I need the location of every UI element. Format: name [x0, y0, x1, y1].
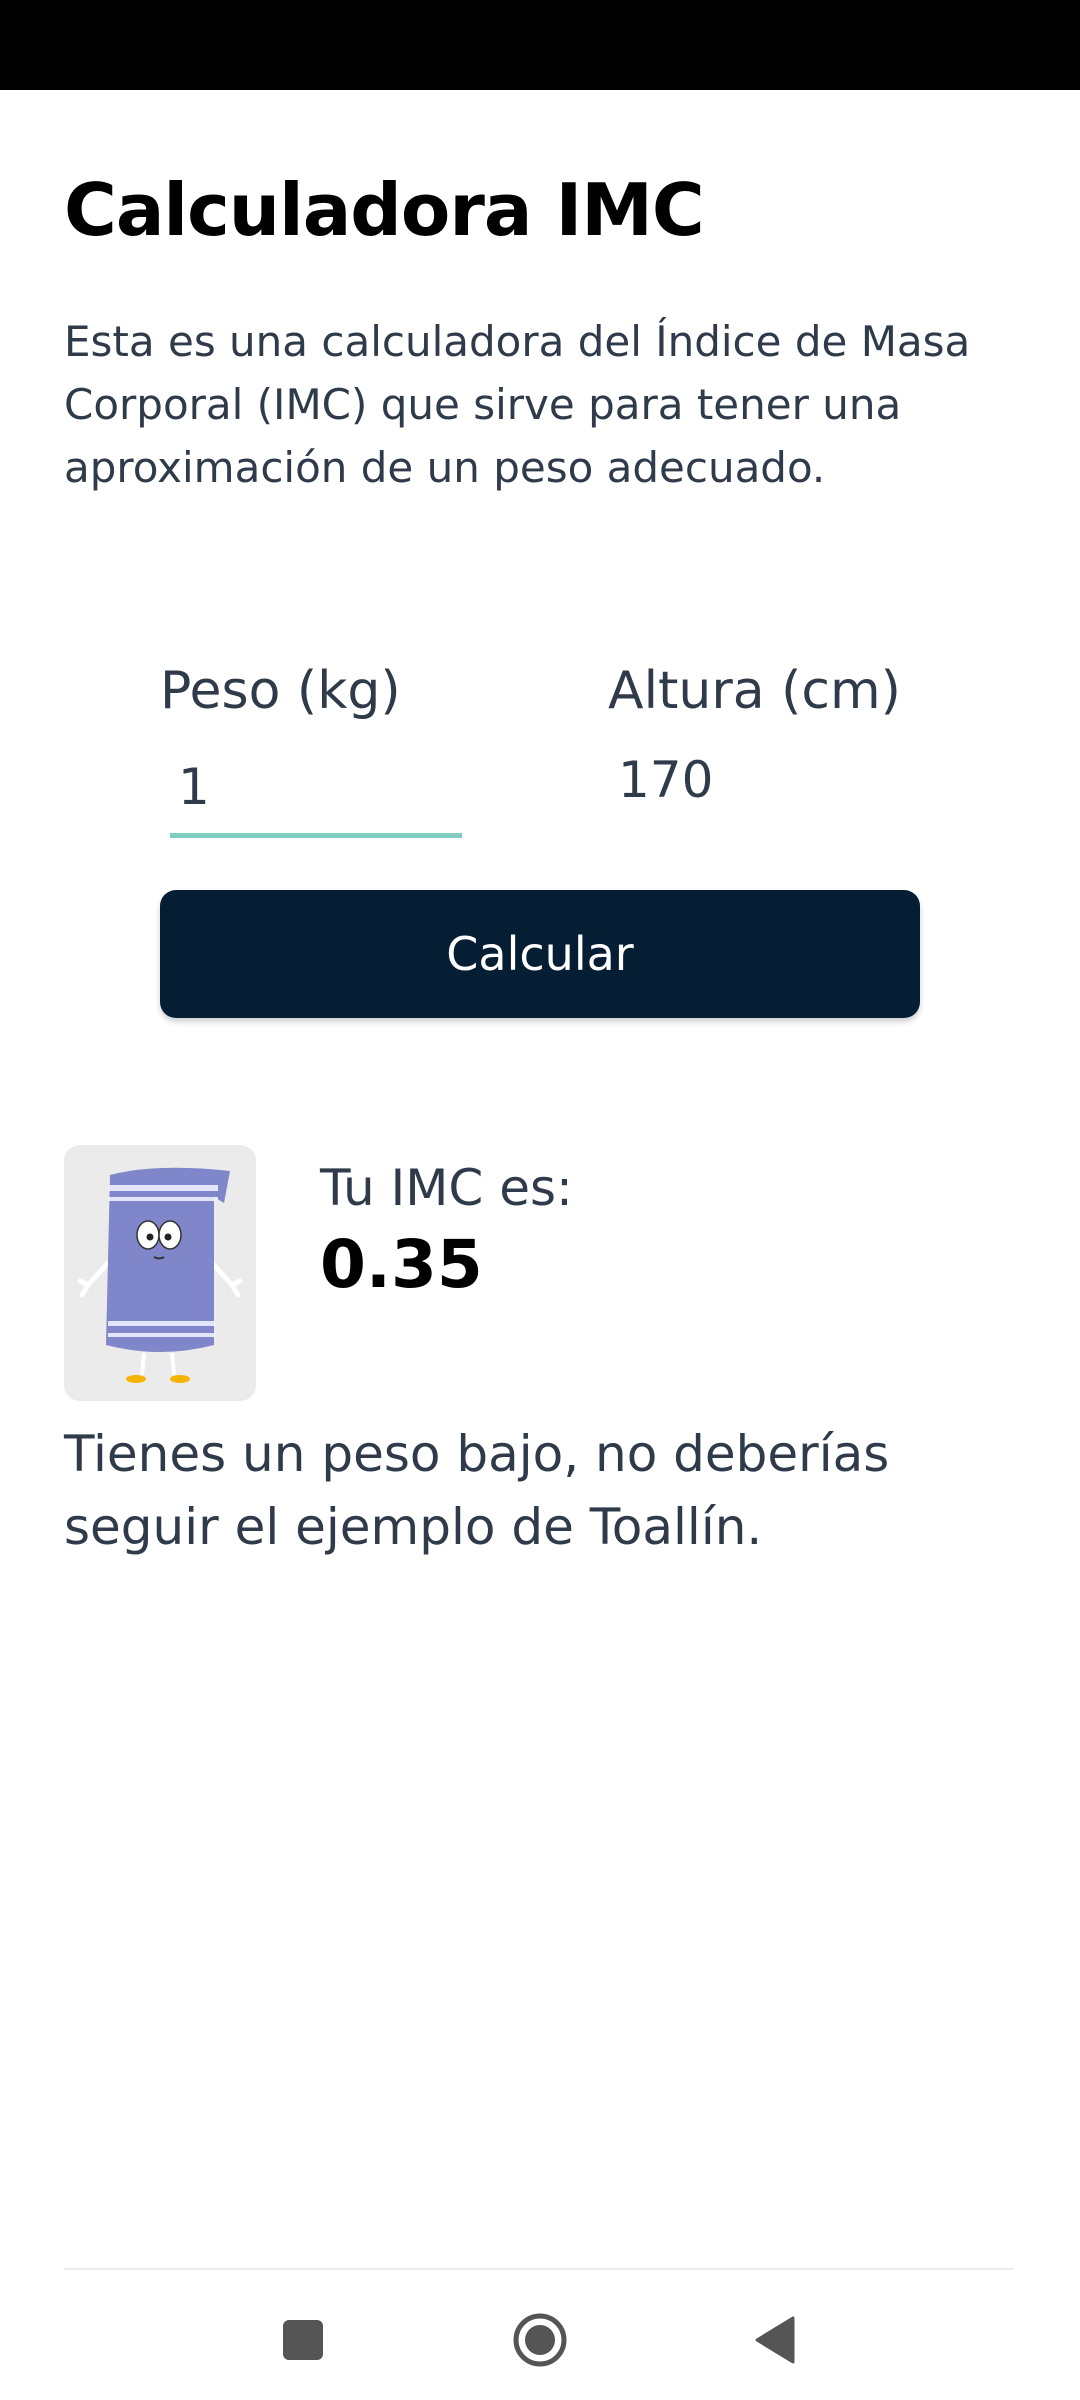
calculate-button[interactable]: Calcular	[160, 890, 920, 1018]
bmi-result-value: 0.35	[320, 1226, 483, 1303]
weight-input[interactable]	[170, 740, 462, 838]
bmi-result-message: Tienes un peso bajo, no deberías seguir …	[64, 1425, 890, 1556]
height-input[interactable]	[610, 740, 902, 820]
bmi-result-label: Tu IMC es:	[320, 1159, 573, 1217]
towel-character-image	[64, 1145, 256, 1401]
square-icon	[283, 2320, 323, 2360]
app-description: Esta es una calculadora del Índice de Ma…	[64, 317, 971, 492]
status-bar	[0, 0, 1080, 90]
triangle-back-icon	[755, 2316, 795, 2364]
system-nav-bar	[0, 2270, 1080, 2400]
page-title: Calculadora IMC	[64, 168, 705, 252]
back-button[interactable]	[740, 2305, 810, 2375]
home-button[interactable]	[505, 2305, 575, 2375]
weight-label: Peso (kg)	[160, 661, 401, 721]
towel-character-icon	[64, 1145, 256, 1401]
circle-home-icon	[513, 2313, 567, 2367]
recents-button[interactable]	[268, 2305, 338, 2375]
height-label: Altura (cm)	[608, 661, 901, 721]
